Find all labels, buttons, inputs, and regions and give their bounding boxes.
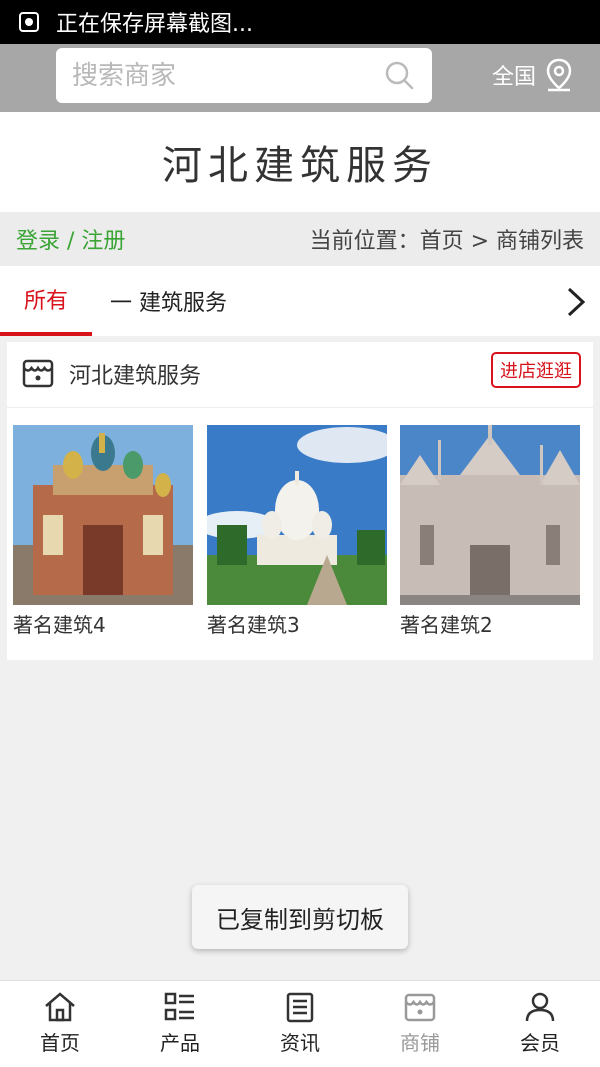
breadcrumb: 当前位置：首页 > 商铺列表 (309, 229, 584, 254)
product-name[interactable]: 著名建筑3 (207, 609, 387, 638)
search-bar: 全国 (0, 44, 600, 112)
status-text: 正在保存屏幕截图... (56, 12, 253, 37)
location-pin-icon (546, 58, 572, 92)
brand-header: 河北建筑服务 (0, 112, 600, 212)
product-name[interactable]: 著名建筑2 (400, 609, 580, 638)
home-icon (45, 992, 75, 1022)
tab-construction-services[interactable]: 一 建筑服务 (110, 266, 227, 336)
brand-title: 河北建筑服务 (162, 143, 438, 189)
product-image[interactable] (207, 425, 387, 605)
list-icon (164, 992, 194, 1021)
category-tabs: 所有 一 建筑服务 (0, 266, 600, 336)
status-bar: 正在保存屏幕截图... (0, 0, 600, 44)
chevron-right-icon[interactable] (566, 286, 586, 318)
toast-message: 已复制到剪切板 (192, 885, 408, 949)
tab-all[interactable]: 所有 (0, 266, 92, 336)
breadcrumb-bar: 登录 / 注册 当前位置：首页 > 商铺列表 (0, 212, 600, 266)
shop-name: 河北建筑服务 (69, 364, 202, 389)
nav-label: 会员 (520, 1031, 560, 1055)
nav-item-home[interactable]: 首页 (0, 981, 120, 1067)
news-icon (286, 992, 314, 1023)
store-icon (22, 359, 54, 388)
region-label: 全国 (492, 65, 537, 90)
product-item[interactable]: 著名建筑3 (207, 425, 387, 638)
product-item[interactable]: 著名建筑4 (13, 425, 193, 638)
nav-label: 产品 (160, 1031, 200, 1055)
product-name[interactable]: 著名建筑4 (13, 609, 193, 638)
product-image[interactable] (400, 425, 580, 605)
search-input[interactable] (72, 60, 372, 91)
bottom-nav: 首页 产品 资讯 商铺 会员 (0, 980, 600, 1067)
screenshot-icon (19, 12, 39, 32)
product-item[interactable]: 著名建筑2 (400, 425, 580, 638)
store-icon (404, 993, 436, 1022)
nav-label: 商铺 (400, 1031, 440, 1055)
login-register-link[interactable]: 登录 / 注册 (16, 223, 125, 255)
product-image[interactable] (13, 425, 193, 605)
shop-card: 河北建筑服务 进店逛逛 著名建筑4 著名建筑3 著名建筑2 (7, 342, 593, 660)
nav-item-products[interactable]: 产品 (120, 981, 240, 1067)
nav-label: 资讯 (280, 1031, 320, 1055)
nav-item-shops[interactable]: 商铺 (360, 981, 480, 1067)
nav-item-news[interactable]: 资讯 (240, 981, 360, 1067)
region-selector[interactable]: 全国 (492, 58, 574, 92)
search-icon[interactable] (384, 60, 414, 90)
user-icon (525, 992, 555, 1022)
visit-store-button[interactable]: 进店逛逛 (491, 352, 581, 388)
search-box[interactable] (56, 48, 432, 103)
nav-item-member[interactable]: 会员 (480, 981, 600, 1067)
shop-header: 河北建筑服务 进店逛逛 (7, 342, 593, 408)
nav-label: 首页 (40, 1031, 80, 1055)
